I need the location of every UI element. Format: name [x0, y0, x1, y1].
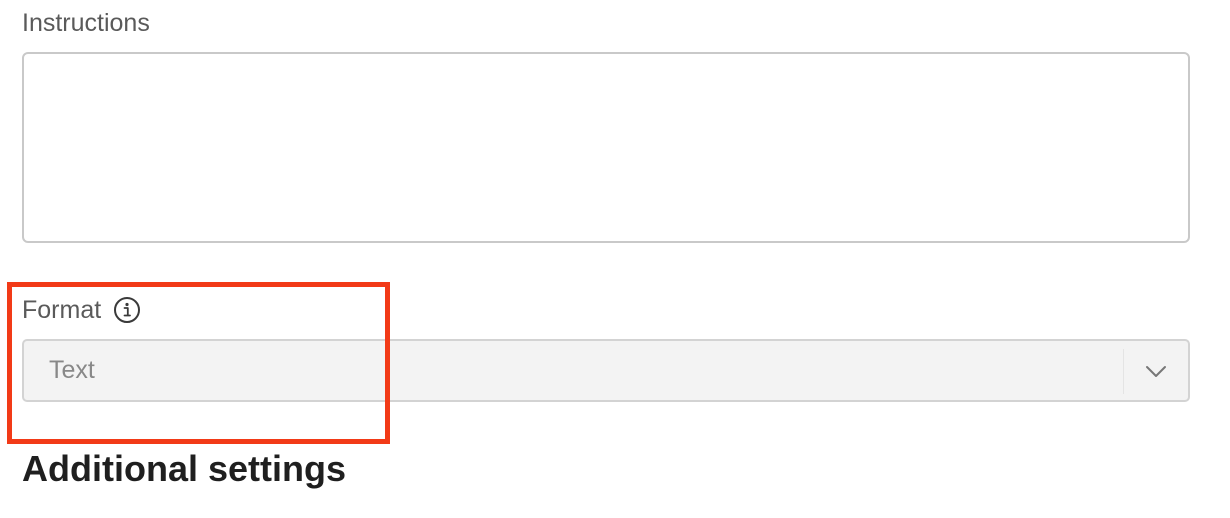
- form-page: Instructions Format Text Additional sett…: [0, 0, 1230, 518]
- additional-settings-heading: Additional settings: [22, 448, 346, 489]
- format-select-value: Text: [49, 356, 95, 384]
- format-select[interactable]: Text: [22, 339, 1190, 402]
- format-label: Format: [22, 296, 102, 324]
- select-divider: [1123, 349, 1124, 394]
- instructions-textarea[interactable]: [22, 52, 1190, 243]
- instructions-label: Instructions: [22, 9, 150, 37]
- info-icon[interactable]: [113, 296, 141, 324]
- format-label-row: Format: [22, 292, 141, 328]
- chevron-down-icon[interactable]: [1144, 359, 1168, 383]
